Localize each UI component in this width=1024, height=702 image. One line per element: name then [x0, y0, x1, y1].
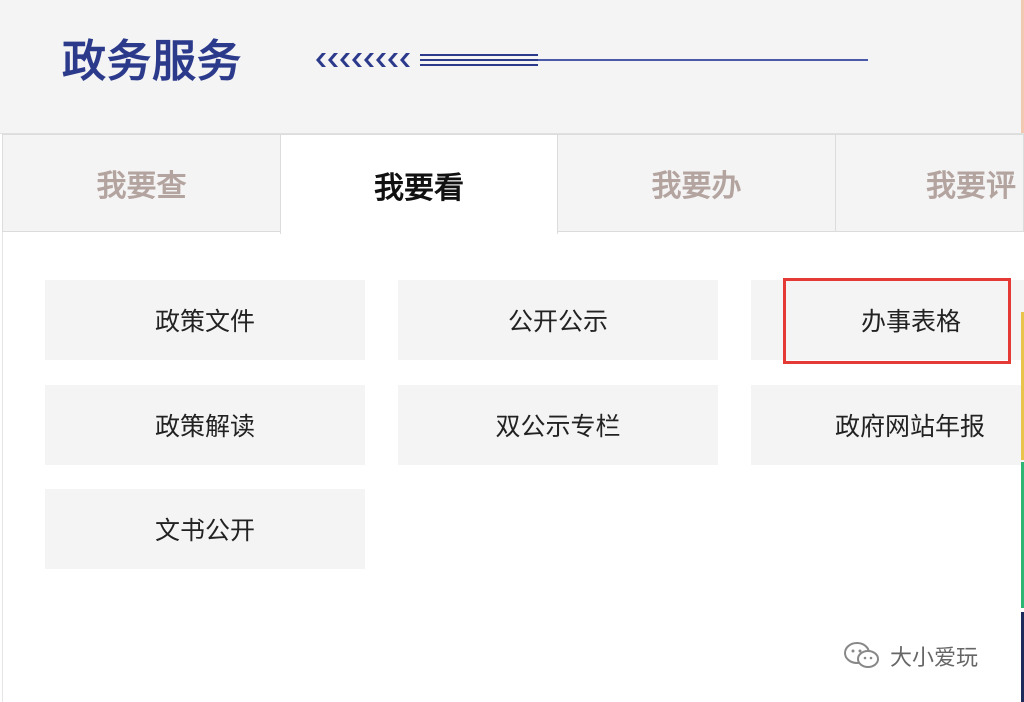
watermark: 大小爱玩 — [842, 640, 978, 672]
item-label: 办事表格 — [861, 307, 962, 336]
item-label: 政策解读 — [154, 412, 255, 441]
tab-bar: 我要查 我要看 我要办 我要评 — [0, 133, 1024, 234]
tab-label: 我要看 — [374, 170, 464, 206]
tab-label: 我要查 — [96, 169, 187, 204]
item-forms[interactable]: 办事表格 — [751, 280, 1024, 360]
tab-ping[interactable]: 我要评 — [835, 134, 1024, 232]
item-policy-interpretation[interactable]: 政策解读 — [45, 385, 365, 465]
tab-kan[interactable]: 我要看 — [280, 134, 558, 234]
item-double-publicity[interactable]: 双公示专栏 — [398, 385, 718, 465]
section-title: 政务服务 — [62, 36, 242, 87]
item-label: 政府网站年报 — [835, 412, 986, 441]
tab-label: 我要办 — [651, 169, 742, 204]
tab-cha[interactable]: 我要查 — [2, 134, 281, 232]
watermark-text: 大小爱玩 — [890, 646, 979, 671]
item-label: 文书公开 — [154, 516, 255, 545]
tab-label: 我要评 — [926, 169, 1016, 204]
item-public-notices[interactable]: 公开公示 — [398, 280, 718, 360]
arrow-decoration-icon — [316, 53, 868, 67]
item-label: 双公示专栏 — [495, 412, 621, 441]
item-annual-report[interactable]: 政府网站年报 — [751, 385, 1024, 465]
item-label: 政策文件 — [154, 307, 255, 336]
item-policy-documents[interactable]: 政策文件 — [45, 280, 365, 360]
tab-ban[interactable]: 我要办 — [557, 134, 836, 232]
header: 政务服务 — [0, 0, 1024, 133]
wechat-icon — [844, 642, 879, 668]
item-document-disclosure[interactable]: 文书公开 — [45, 489, 365, 569]
item-label: 公开公示 — [507, 307, 608, 336]
